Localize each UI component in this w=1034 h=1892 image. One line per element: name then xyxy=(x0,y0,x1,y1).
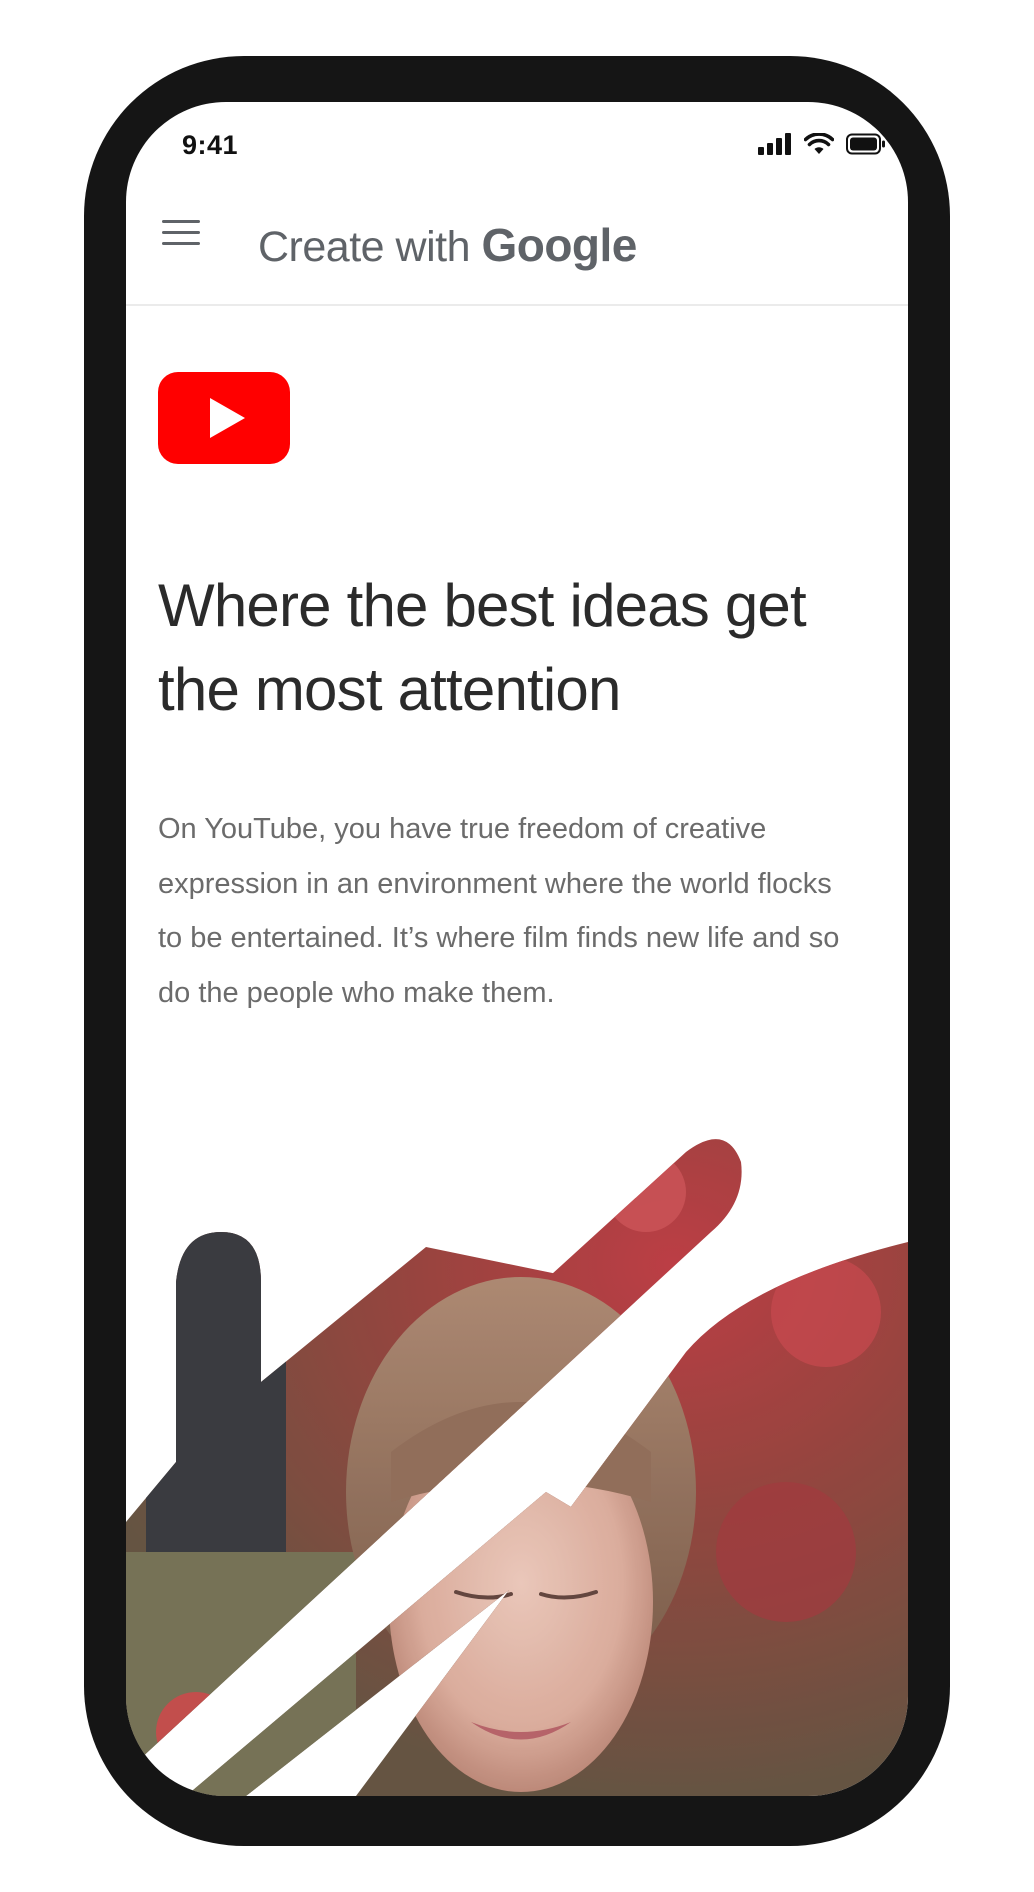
phone-screen: 9:41 Create with Google Where the best i… xyxy=(126,102,908,1796)
wifi-icon xyxy=(804,133,834,154)
app-header: Create with Google xyxy=(126,182,908,306)
status-icons xyxy=(758,132,886,156)
hero-image-brushstrokes xyxy=(126,1139,908,1796)
headline: Where the best ideas get the most attent… xyxy=(158,572,807,723)
status-time: 9:41 xyxy=(182,130,239,160)
status-bar: 9:41 xyxy=(126,102,908,182)
brand-title[interactable]: Create with Google xyxy=(258,218,637,272)
body-text: On YouTube, you have true freedom of cre… xyxy=(158,813,840,1009)
hamburger-menu-icon[interactable] xyxy=(162,217,202,247)
brand-google: Google xyxy=(481,219,637,271)
brand-prefix: Create with xyxy=(258,223,482,271)
signal-icon xyxy=(758,133,791,155)
battery-icon xyxy=(846,133,885,155)
youtube-logo-icon xyxy=(158,372,290,464)
